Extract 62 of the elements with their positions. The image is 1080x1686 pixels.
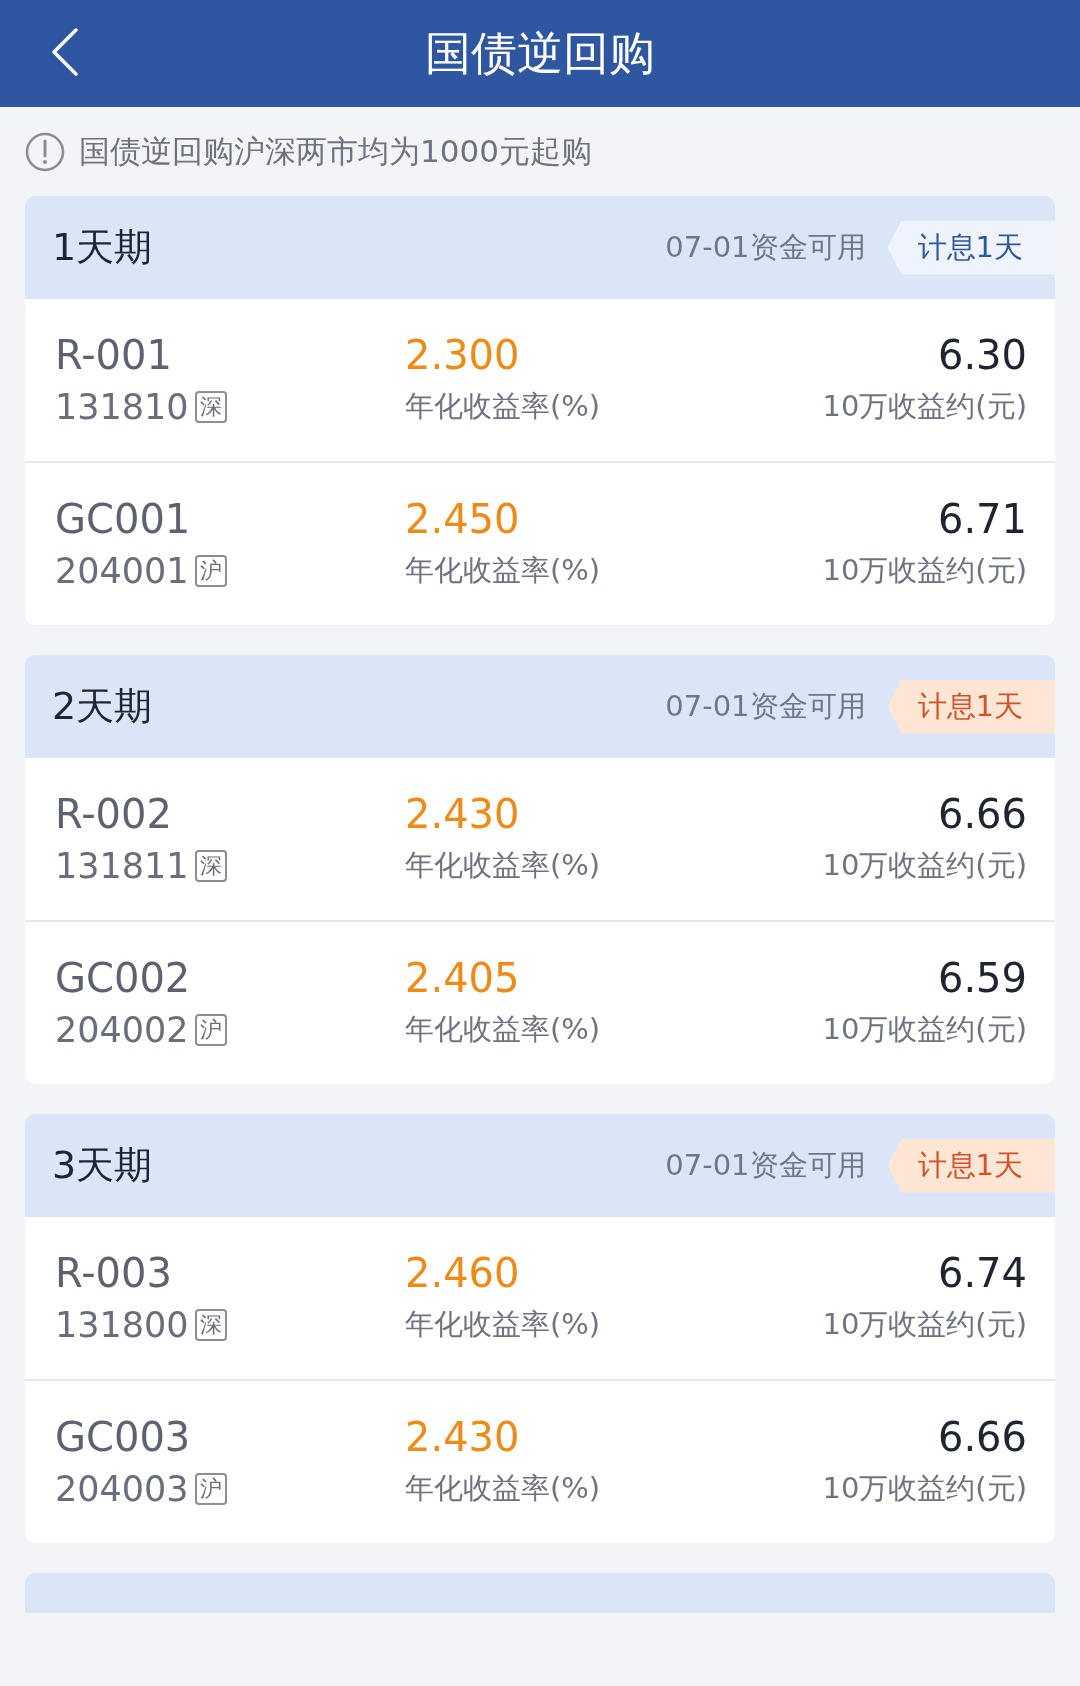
market-badge: 沪: [194, 1013, 227, 1047]
rate-value: 2.405: [405, 956, 521, 1000]
market-badge: 沪: [194, 554, 227, 588]
earning-value: 6.59: [937, 956, 1027, 1000]
rate-value: 2.450: [405, 497, 521, 541]
earning-value: 6.66: [937, 792, 1027, 836]
back-button[interactable]: [50, 27, 80, 77]
earning-value: 6.66: [937, 1415, 1027, 1459]
earning-value: 6.71: [937, 497, 1027, 541]
product-code: 131811: [55, 846, 189, 886]
funds-available-text: 07-01资金可用: [665, 687, 866, 725]
rate-label: 年化收益率(%): [405, 1011, 602, 1048]
product-code: 204001: [55, 551, 189, 591]
product-code: 131810: [55, 387, 189, 427]
market-badge: 深: [194, 849, 227, 883]
product-row[interactable]: GC003 204003 沪 2.430 年化收益率(%) 6.66 10万收益约(元): [25, 1379, 1055, 1543]
earning-label: 10万收益约(元): [822, 1306, 1027, 1343]
earning-value: 6.30: [937, 333, 1027, 377]
product-name: GC001: [55, 497, 192, 541]
interest-tag: 计息1天: [887, 220, 1055, 275]
page-title: 国债逆回购: [425, 24, 655, 82]
product-row[interactable]: GC002 204002 沪 2.405 年化收益率(%) 6.59 10万收益约(元): [25, 920, 1055, 1084]
rate-label: 年化收益率(%): [405, 388, 602, 425]
rate-value: 2.300: [405, 333, 521, 377]
product-code: 131800: [55, 1305, 189, 1345]
rate-value: 2.430: [405, 1415, 521, 1459]
product-row[interactable]: R-003 131800 深 2.460 年化收益率(%) 6.74 10万收益约(元): [25, 1217, 1055, 1379]
product-code: 204002: [55, 1010, 189, 1050]
market-badge: 深: [194, 390, 227, 424]
earning-label: 10万收益约(元): [822, 1011, 1027, 1048]
product-row[interactable]: R-001 131810 深 2.300 年化收益率(%) 6.30 10万收益约(元): [25, 299, 1055, 461]
rate-value: 2.430: [405, 792, 521, 836]
funds-available-text: 07-01资金可用: [665, 1146, 866, 1184]
earning-label: 10万收益约(元): [822, 552, 1027, 589]
product-name: R-003: [55, 1251, 173, 1295]
earning-label: 10万收益约(元): [822, 847, 1027, 884]
earning-value: 6.74: [937, 1251, 1027, 1295]
product-row[interactable]: GC001 204001 沪 2.450 年化收益率(%) 6.71 10万收益约(元): [25, 461, 1055, 625]
back-icon: [50, 27, 80, 77]
product-row[interactable]: R-002 131811 深 2.430 年化收益率(%) 6.66 10万收益约(元): [25, 758, 1055, 920]
notice-text: 国债逆回购沪深两市均为1000元起购: [79, 131, 592, 171]
rate-label: 年化收益率(%): [405, 1306, 602, 1343]
info-icon: [25, 131, 65, 172]
section-title: 3天期: [52, 1142, 154, 1189]
product-code: 204003: [55, 1469, 189, 1509]
market-badge: 深: [194, 1308, 227, 1342]
rate-label: 年化收益率(%): [405, 552, 602, 589]
earning-label: 10万收益约(元): [822, 388, 1027, 425]
earning-label: 10万收益约(元): [822, 1470, 1027, 1507]
rate-label: 年化收益率(%): [405, 847, 602, 884]
rate-label: 年化收益率(%): [405, 1470, 602, 1507]
funds-available-text: 07-01资金可用: [665, 228, 866, 266]
product-name: R-001: [55, 333, 173, 377]
section-title: 2天期: [52, 683, 154, 730]
product-name: GC002: [55, 956, 192, 1000]
product-name: R-002: [55, 792, 173, 836]
rate-value: 2.460: [405, 1251, 521, 1295]
section-title: 1天期: [52, 224, 154, 271]
interest-tag: 计息1天: [887, 679, 1055, 734]
market-badge: 沪: [194, 1472, 227, 1506]
product-name: GC003: [55, 1415, 192, 1459]
interest-tag: 计息1天: [887, 1138, 1055, 1193]
